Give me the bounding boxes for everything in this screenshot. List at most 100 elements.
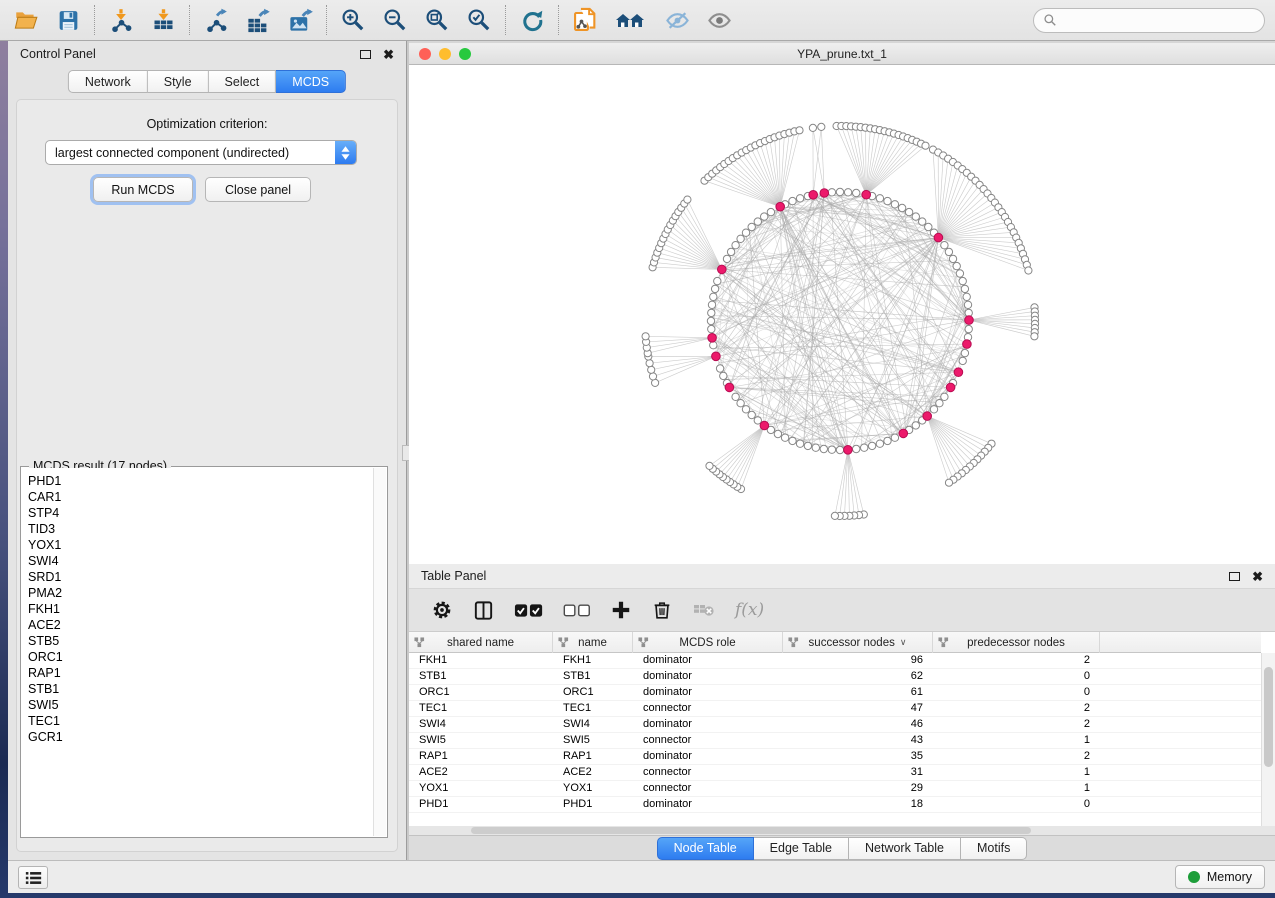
table-cell[interactable]: 96 — [783, 653, 933, 668]
mcds-result-item[interactable]: STB1 — [28, 681, 373, 697]
mcds-result-list[interactable]: PHD1CAR1STP4TID3YOX1SWI4SRD1PMA2FKH1ACE2… — [22, 468, 373, 836]
hide-selected-icon[interactable] — [663, 6, 691, 34]
graph-node[interactable] — [956, 270, 963, 277]
table-cell[interactable]: SWI4 — [409, 717, 553, 732]
table-cell[interactable]: 0 — [933, 685, 1100, 700]
table-cell[interactable]: PHD1 — [409, 797, 553, 812]
table-row[interactable]: ACE2ACE2connector311 — [409, 765, 1261, 781]
graph-node[interactable] — [853, 189, 860, 196]
graph-node[interactable] — [642, 333, 649, 340]
mcds-result-item[interactable]: PMA2 — [28, 585, 373, 601]
table-cell[interactable]: 18 — [783, 797, 933, 812]
graph-node[interactable] — [868, 442, 875, 449]
table-cell[interactable]: STB1 — [553, 669, 633, 684]
graph-hub-node[interactable] — [934, 233, 943, 242]
tab-network-table[interactable]: Network Table — [849, 837, 961, 860]
table-row[interactable]: ORC1ORC1dominator610 — [409, 685, 1261, 701]
show-all-icon[interactable] — [705, 6, 733, 34]
table-cell[interactable]: TEC1 — [553, 701, 633, 716]
graph-hub-node[interactable] — [965, 316, 974, 325]
table-cell[interactable]: PHD1 — [553, 797, 633, 812]
mcds-result-item[interactable]: SRD1 — [28, 569, 373, 585]
deselect-all-icon[interactable] — [563, 602, 591, 618]
table-cell[interactable]: FKH1 — [409, 653, 553, 668]
first-neighbors-icon[interactable] — [613, 6, 649, 34]
tab-edge-table[interactable]: Edge Table — [754, 837, 849, 860]
graph-node[interactable] — [818, 123, 825, 130]
table-row[interactable]: RAP1RAP1dominator352 — [409, 749, 1261, 765]
refresh-icon[interactable] — [518, 6, 546, 34]
graph-node[interactable] — [891, 201, 898, 208]
graph-node[interactable] — [959, 277, 966, 284]
graph-node[interactable] — [861, 444, 868, 451]
graph-node[interactable] — [836, 188, 843, 195]
graph-node[interactable] — [711, 285, 718, 292]
table-row[interactable]: TEC1TEC1connector472 — [409, 701, 1261, 717]
mcds-result-item[interactable]: SWI5 — [28, 697, 373, 713]
graph-node[interactable] — [884, 437, 891, 444]
table-cell[interactable]: ORC1 — [553, 685, 633, 700]
float-table-panel-icon[interactable] — [1229, 572, 1240, 581]
column-header-successor-nodes[interactable]: successor nodes∨ — [783, 632, 933, 653]
graph-node[interactable] — [876, 440, 883, 447]
table-cell[interactable]: 0 — [933, 669, 1100, 684]
graph-node[interactable] — [905, 208, 912, 215]
import-network-icon[interactable] — [107, 6, 135, 34]
graph-node[interactable] — [1031, 333, 1038, 340]
search-input[interactable] — [1057, 13, 1247, 27]
mcds-result-item[interactable]: TEC1 — [28, 713, 373, 729]
create-column-icon[interactable] — [610, 599, 632, 621]
table-cell[interactable]: TEC1 — [409, 701, 553, 716]
table-cell[interactable]: SWI5 — [553, 733, 633, 748]
export-table-icon[interactable] — [244, 6, 272, 34]
graph-node[interactable] — [941, 393, 948, 400]
graph-node[interactable] — [708, 301, 715, 308]
memory-button[interactable]: Memory — [1175, 865, 1265, 889]
mcds-result-item[interactable]: GCR1 — [28, 729, 373, 745]
graph-node[interactable] — [853, 445, 860, 452]
graph-node[interactable] — [774, 430, 781, 437]
column-header-MCDS-role[interactable]: MCDS role — [633, 632, 783, 653]
network-canvas[interactable] — [409, 65, 1275, 564]
mcds-result-item[interactable]: STB5 — [28, 633, 373, 649]
table-options-icon[interactable] — [431, 599, 453, 621]
graph-hub-node[interactable] — [760, 421, 769, 430]
graph-node[interactable] — [804, 442, 811, 449]
graph-hub-node[interactable] — [844, 446, 853, 455]
table-cell[interactable]: YOX1 — [553, 781, 633, 796]
run-mcds-button[interactable]: Run MCDS — [93, 177, 193, 202]
graph-node[interactable] — [898, 204, 905, 211]
graph-node[interactable] — [737, 400, 744, 407]
zoom-in-icon[interactable] — [339, 6, 367, 34]
graph-hub-node[interactable] — [923, 412, 932, 421]
graph-node[interactable] — [649, 373, 656, 380]
tab-motifs[interactable]: Motifs — [961, 837, 1027, 860]
graph-node[interactable] — [706, 462, 713, 469]
graph-node[interactable] — [961, 349, 968, 356]
table-cell[interactable]: 35 — [783, 749, 933, 764]
graph-node[interactable] — [789, 197, 796, 204]
show-columns-icon[interactable] — [472, 599, 495, 622]
graph-node[interactable] — [796, 440, 803, 447]
table-cell[interactable]: 0 — [933, 797, 1100, 812]
graph-hub-node[interactable] — [946, 383, 955, 392]
graph-node[interactable] — [936, 400, 943, 407]
table-cell[interactable]: ACE2 — [409, 765, 553, 780]
scrollbar-thumb[interactable] — [1264, 667, 1273, 767]
graph-node[interactable] — [748, 223, 755, 230]
graph-node[interactable] — [742, 229, 749, 236]
graph-node[interactable] — [945, 479, 952, 486]
table-horizontal-scrollbar[interactable] — [409, 826, 1275, 835]
tab-network[interactable]: Network — [68, 70, 148, 93]
graph-hub-node[interactable] — [718, 265, 727, 274]
graph-hub-node[interactable] — [712, 352, 721, 361]
graph-node[interactable] — [876, 195, 883, 202]
graph-hub-node[interactable] — [899, 429, 908, 438]
task-history-button[interactable] — [18, 866, 48, 889]
table-cell[interactable]: dominator — [633, 685, 783, 700]
select-all-icon[interactable] — [514, 601, 544, 619]
graph-node[interactable] — [796, 127, 803, 134]
graph-node[interactable] — [648, 366, 655, 373]
table-cell[interactable]: 2 — [933, 749, 1100, 764]
table-cell[interactable]: 61 — [783, 685, 933, 700]
